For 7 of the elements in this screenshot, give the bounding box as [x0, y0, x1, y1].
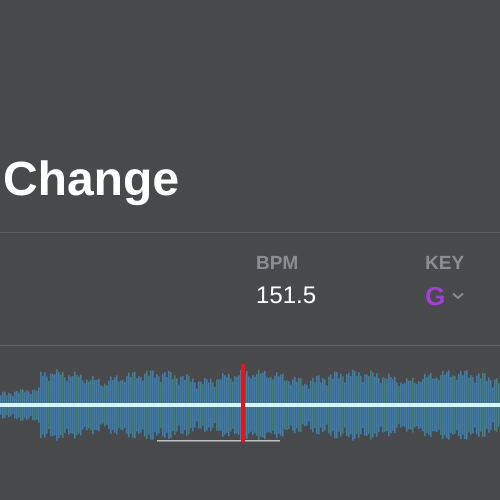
playhead-marker[interactable] — [241, 364, 245, 442]
chevron-icon — [452, 292, 464, 300]
key-label: KEY — [425, 253, 464, 275]
key-dropdown[interactable]: G — [425, 281, 464, 311]
bpm-value: 151.5 — [256, 281, 316, 311]
bpm-label: BPM — [256, 253, 300, 275]
track-title: Change — [3, 152, 180, 208]
